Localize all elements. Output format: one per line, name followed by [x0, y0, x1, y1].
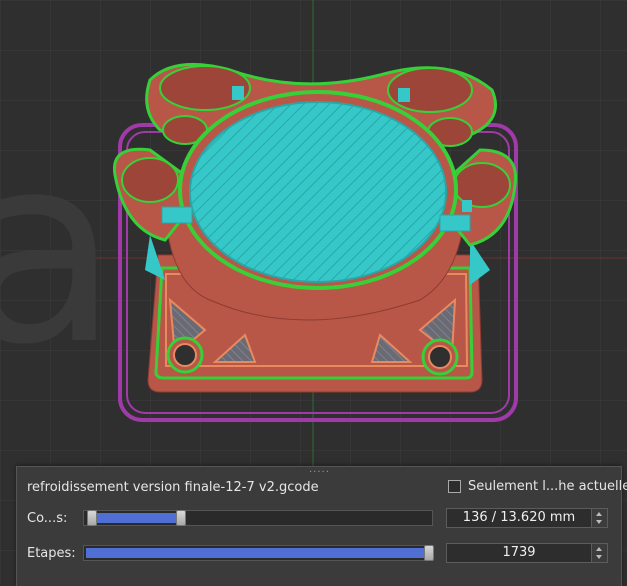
steps-label: Etapes: [27, 546, 76, 561]
gcode-filename: refroidissement version finale-12-7 v2.g… [27, 480, 319, 495]
layers-low-handle[interactable] [87, 510, 98, 526]
top-infill-disc [189, 101, 447, 283]
layers-value[interactable]: 136 / 13.620 mm [447, 509, 591, 527]
arrow-down-icon [596, 520, 602, 524]
steps-decrement-button[interactable] [592, 553, 607, 562]
current-layer-only-option[interactable]: Seulement l...he actuelle [448, 479, 627, 494]
gcode-preview-panel: ····· refroidissement version finale-12-… [16, 466, 627, 586]
layers-spinbox[interactable]: 136 / 13.620 mm [446, 508, 608, 528]
layers-label: Co...s: [27, 511, 68, 526]
current-layer-only-checkbox[interactable] [448, 480, 461, 493]
arrow-up-icon [596, 547, 602, 551]
current-layer-only-label: Seulement l...he actuelle [468, 479, 627, 494]
steps-slider[interactable] [83, 545, 434, 561]
drag-handle[interactable]: ····· [309, 468, 329, 478]
layers-range-fill [97, 513, 176, 523]
steps-value[interactable]: 1739 [447, 544, 591, 562]
printed-model [112, 62, 518, 422]
arrow-up-icon [596, 512, 602, 516]
steps-fill [86, 548, 424, 558]
steps-handle[interactable] [424, 545, 434, 561]
layers-range-slider[interactable] [83, 510, 433, 526]
arrow-down-icon [596, 555, 602, 559]
layers-high-handle[interactable] [175, 510, 186, 526]
steps-spinbox[interactable]: 1739 [446, 543, 608, 563]
layers-decrement-button[interactable] [592, 518, 607, 527]
